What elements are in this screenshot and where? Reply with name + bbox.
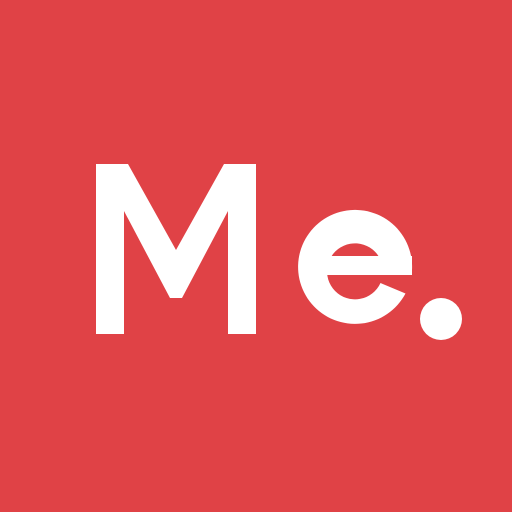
- me-logo: [96, 164, 462, 340]
- logo-period-dot: [420, 298, 462, 340]
- app-icon: Me.: [0, 0, 512, 512]
- logo-letter-m: [96, 164, 256, 334]
- logo-letter-e: [298, 209, 413, 324]
